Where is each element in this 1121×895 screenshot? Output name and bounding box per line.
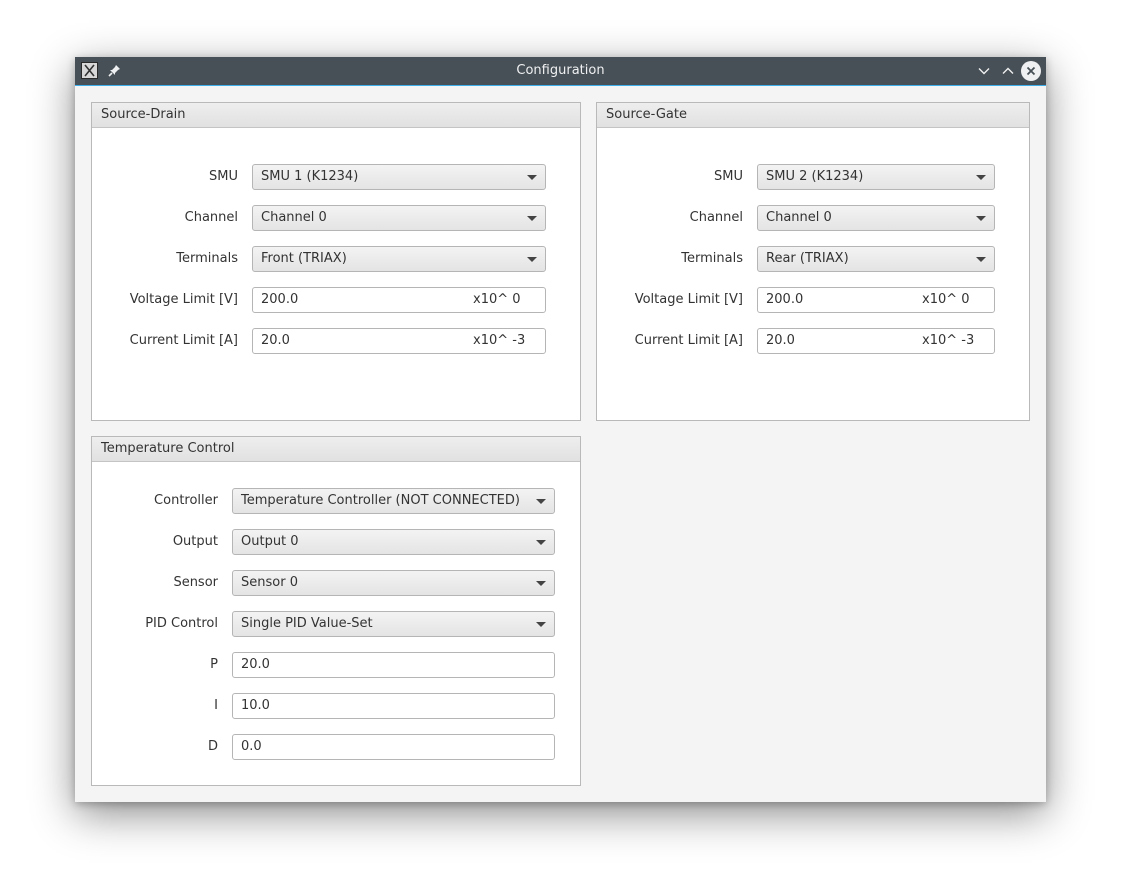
tc-d-value: 0.0 [241, 739, 262, 754]
tc-d-input[interactable]: 0.0 [232, 734, 555, 760]
tc-p-label: P [210, 657, 218, 672]
minimize-button[interactable] [974, 61, 994, 81]
sd-smu-label: SMU [209, 169, 238, 184]
chevron-down-icon [536, 499, 546, 504]
source-gate-header: Source-Gate [597, 103, 1029, 128]
sg-terminals-label: Terminals [681, 251, 743, 266]
sd-voltage-unit: x10^ 0 [473, 292, 521, 307]
sg-current-input[interactable]: 20.0 x10^ -3 [757, 328, 995, 354]
sd-terminals-value: Front (TRIAX) [261, 251, 347, 266]
tc-controller-value: Temperature Controller (NOT CONNECTED) [241, 493, 520, 508]
sd-terminals-select[interactable]: Front (TRIAX) [252, 246, 546, 272]
sg-voltage-unit: x10^ 0 [922, 292, 970, 307]
sd-channel-select[interactable]: Channel 0 [252, 205, 546, 231]
sg-voltage-label: Voltage Limit [V] [634, 292, 743, 307]
chevron-up-icon [1002, 67, 1014, 74]
tc-sensor-select[interactable]: Sensor 0 [232, 570, 555, 596]
chevron-down-icon [536, 540, 546, 545]
sg-current-unit: x10^ -3 [922, 333, 975, 348]
tc-pid-select[interactable]: Single PID Value-Set [232, 611, 555, 637]
sd-current-input[interactable]: 20.0 x10^ -3 [252, 328, 546, 354]
chevron-down-icon [978, 68, 990, 75]
chevron-down-icon [527, 175, 537, 180]
configuration-window: Configuration Source-Drain SMU SMU 1 (K1… [75, 57, 1046, 802]
temperature-control-header: Temperature Control [92, 437, 580, 462]
chevron-down-icon [976, 216, 986, 221]
tc-pid-value: Single PID Value-Set [241, 616, 373, 631]
sg-current-label: Current Limit [A] [634, 333, 743, 348]
sd-smu-value: SMU 1 (K1234) [261, 169, 359, 184]
tc-output-value: Output 0 [241, 534, 299, 549]
tc-output-select[interactable]: Output 0 [232, 529, 555, 555]
tc-i-input[interactable]: 10.0 [232, 693, 555, 719]
close-button[interactable] [1021, 61, 1041, 81]
sd-channel-label: Channel [184, 210, 238, 225]
chevron-down-icon [536, 581, 546, 586]
sg-voltage-input[interactable]: 200.0 x10^ 0 [757, 287, 995, 313]
tc-output-label: Output [172, 534, 218, 549]
tc-p-value: 20.0 [241, 657, 270, 672]
sg-smu-value: SMU 2 (K1234) [766, 169, 864, 184]
sg-channel-value: Channel 0 [766, 210, 832, 225]
sd-voltage-value: 200.0 [261, 292, 299, 307]
title-bar[interactable]: Configuration [75, 57, 1046, 86]
tc-i-label: I [214, 698, 218, 713]
source-gate-group: Source-Gate SMU SMU 2 (K1234) Channel Ch… [596, 102, 1030, 421]
temperature-control-group: Temperature Control Controller Temperatu… [91, 436, 581, 786]
sd-voltage-input[interactable]: 200.0 x10^ 0 [252, 287, 546, 313]
sd-voltage-label: Voltage Limit [V] [129, 292, 238, 307]
tc-sensor-value: Sensor 0 [241, 575, 298, 590]
sg-voltage-value: 200.0 [766, 292, 804, 307]
tc-pid-label: PID Control [145, 616, 218, 631]
sd-channel-value: Channel 0 [261, 210, 327, 225]
sd-current-label: Current Limit [A] [129, 333, 238, 348]
chevron-down-icon [536, 622, 546, 627]
sd-smu-select[interactable]: SMU 1 (K1234) [252, 164, 546, 190]
sg-terminals-value: Rear (TRIAX) [766, 251, 849, 266]
source-drain-header: Source-Drain [92, 103, 580, 128]
window-title: Configuration [516, 63, 605, 78]
source-drain-group: Source-Drain SMU SMU 1 (K1234) Channel C… [91, 102, 581, 421]
sg-channel-label: Channel [689, 210, 743, 225]
sd-current-value: 20.0 [261, 333, 290, 348]
tc-controller-label: Controller [154, 493, 218, 508]
sg-smu-select[interactable]: SMU 2 (K1234) [757, 164, 995, 190]
chevron-down-icon [976, 257, 986, 262]
tc-i-value: 10.0 [241, 698, 270, 713]
sg-current-value: 20.0 [766, 333, 795, 348]
maximize-button[interactable] [998, 61, 1018, 81]
chevron-down-icon [976, 175, 986, 180]
tc-d-label: D [207, 739, 218, 754]
sg-smu-label: SMU [714, 169, 743, 184]
chevron-down-icon [527, 216, 537, 221]
sg-channel-select[interactable]: Channel 0 [757, 205, 995, 231]
sd-current-unit: x10^ -3 [473, 333, 526, 348]
tc-controller-select[interactable]: Temperature Controller (NOT CONNECTED) [232, 488, 555, 514]
tc-sensor-label: Sensor [173, 575, 218, 590]
close-icon [1026, 66, 1036, 76]
sg-terminals-select[interactable]: Rear (TRIAX) [757, 246, 995, 272]
sd-terminals-label: Terminals [176, 251, 238, 266]
tc-p-input[interactable]: 20.0 [232, 652, 555, 678]
chevron-down-icon [527, 257, 537, 262]
